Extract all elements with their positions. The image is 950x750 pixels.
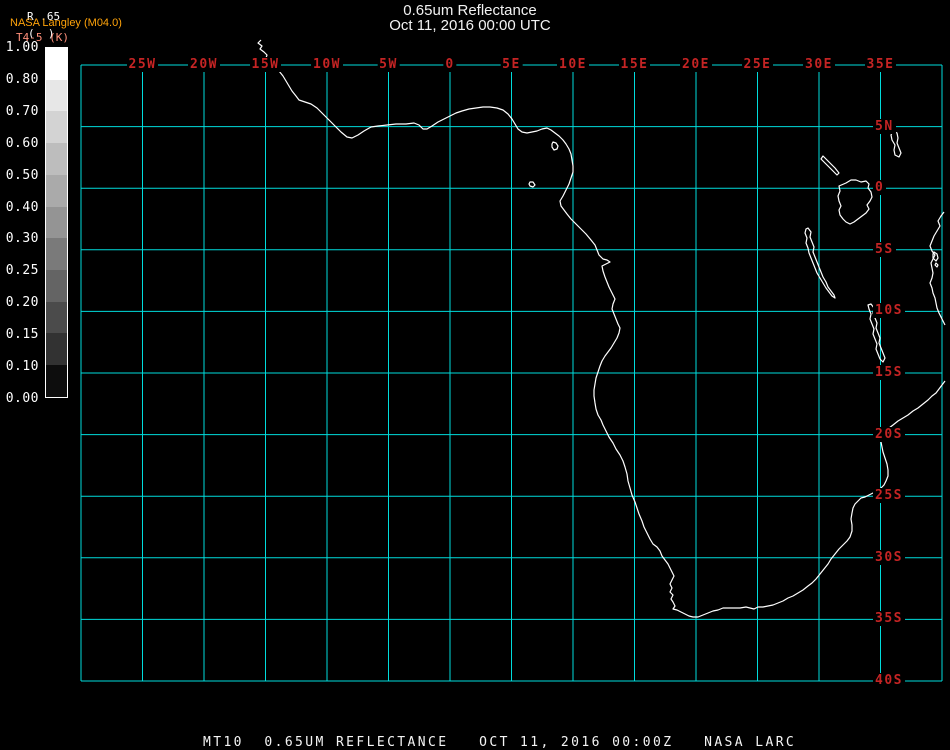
- latitude-label: 15S: [873, 365, 905, 380]
- longitude-label: 5W: [377, 57, 400, 72]
- longitude-label: 15E: [618, 57, 651, 72]
- longitude-label: 35E: [864, 57, 897, 72]
- latitude-label: 40S: [873, 673, 905, 688]
- latitude-label: 25S: [873, 488, 905, 504]
- longitude-label: 15W: [249, 57, 282, 72]
- longitude-label: 0: [443, 57, 457, 72]
- africa-coastline: [257, 39, 946, 618]
- latitude-label: 10S: [873, 303, 905, 319]
- lake-island-outline: [890, 130, 902, 158]
- latitude-label: 0: [873, 180, 887, 196]
- longitude-label: 5E: [500, 57, 523, 72]
- lake-island-outline: [804, 227, 836, 299]
- latitude-label: 35S: [873, 611, 905, 627]
- latitude-label: 5N: [873, 118, 896, 134]
- latitude-label: 5S: [873, 241, 896, 257]
- longitude-label: 25W: [126, 57, 159, 72]
- longitude-label: 30E: [803, 57, 835, 72]
- lake-island-outline: [837, 179, 873, 225]
- coastline-path: [257, 39, 946, 618]
- lake-island-outline: [551, 141, 559, 151]
- lake-island-outline: [934, 262, 939, 268]
- satellite-image-viewer: 0.65um Reflectance Oct 11, 2016 00:00 UT…: [0, 0, 950, 750]
- longitude-label: 20E: [680, 57, 712, 72]
- longitude-label: 10E: [557, 57, 589, 72]
- latitude-label: 30S: [873, 549, 905, 565]
- status-bar-text: MT10 0.65UM REFLECTANCE OCT 11, 2016 00:…: [203, 735, 797, 750]
- latitude-label: 20S: [873, 426, 905, 442]
- lake-island-outline: [528, 181, 536, 188]
- longitude-label: 20W: [188, 57, 220, 72]
- lake-island-outline: [820, 155, 840, 176]
- longitude-label: 10W: [311, 57, 343, 72]
- coastline-path: [929, 211, 946, 326]
- longitude-label: 25E: [741, 57, 774, 72]
